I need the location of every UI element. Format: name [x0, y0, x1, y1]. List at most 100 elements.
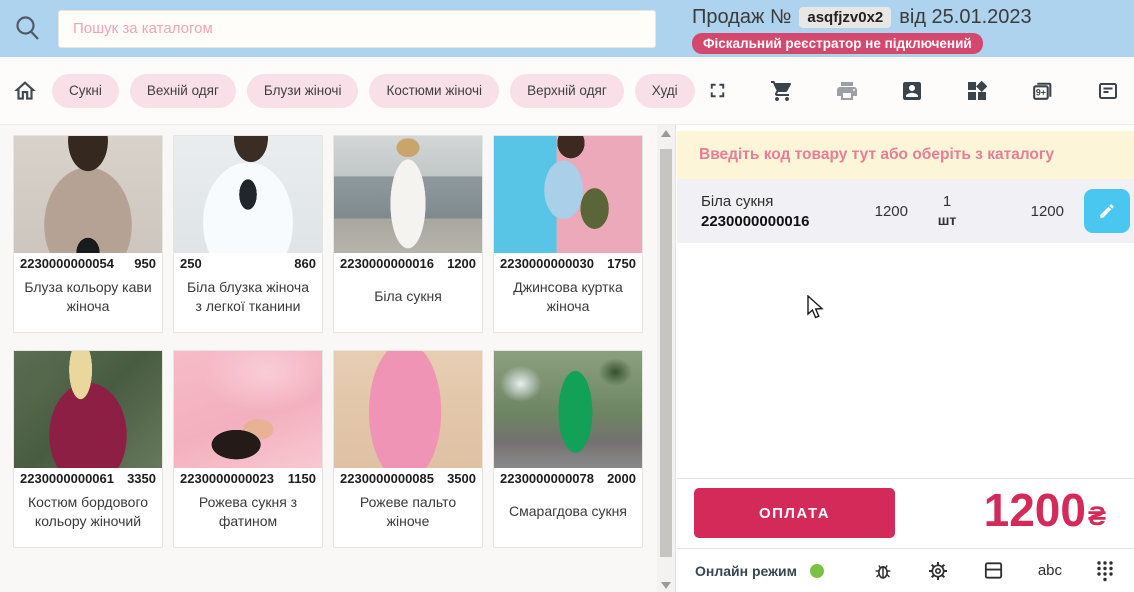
- cash-drawer-button[interactable]: [982, 559, 1005, 582]
- product-price: 860: [294, 256, 316, 271]
- receipt-total-amount: 1200: [984, 483, 1086, 537]
- receipt-item-info: Біла сукня 2230000000016: [701, 193, 842, 230]
- category-navbar: Сукні Вехній одяг Блузи жіночі Костюми ж…: [0, 57, 1134, 125]
- product-code: 2230000000054: [20, 256, 114, 271]
- product-name: Біла сукня: [334, 273, 482, 332]
- notes-button[interactable]: [1096, 79, 1120, 103]
- product-card[interactable]: 2230000000054950 Блуза кольору кави жіно…: [13, 135, 163, 333]
- pay-button[interactable]: ОПЛАТА: [694, 488, 895, 538]
- statusbar: Онлайн режим: [677, 548, 1134, 592]
- product-price: 1750: [607, 256, 636, 271]
- scrollbar-thumb[interactable]: [660, 149, 672, 557]
- receipt-panel: Введіть код товару тут або оберіть з кат…: [675, 125, 1134, 592]
- pencil-icon: [1098, 202, 1116, 220]
- filter-9-plus-icon: 9+: [1030, 78, 1055, 103]
- catalog-scrollbar[interactable]: [657, 125, 675, 592]
- product-name: Джинсова куртка жіноча: [494, 273, 642, 332]
- product-name: Блуза кольору кави жіноча: [14, 273, 162, 332]
- printer-icon: [835, 79, 859, 103]
- fullscreen-button[interactable]: [706, 79, 729, 102]
- product-code-entry[interactable]: Введіть код товару тут або оберіть з кат…: [677, 131, 1134, 179]
- abc-label: abc: [1038, 562, 1062, 579]
- fiscal-warning-badge: Фіскальний реєстратор не підключений: [692, 33, 983, 54]
- product-card[interactable]: 250 860 Біла блузка жіноча з легкої ткани…: [173, 135, 323, 333]
- product-price: 1200: [447, 256, 476, 271]
- home-icon: [12, 78, 38, 104]
- widgets-button[interactable]: [965, 79, 989, 103]
- product-price: 3350: [127, 471, 156, 486]
- product-image: [334, 136, 482, 253]
- catalog-search-input[interactable]: [58, 10, 656, 48]
- product-image: [174, 136, 322, 253]
- fullscreen-icon: [706, 79, 729, 102]
- toolbar: 9+: [706, 78, 1120, 103]
- receipt-item-unit: шт: [908, 212, 986, 230]
- product-card[interactable]: 2230000000085 3500 Рожеве пальто жіноче: [333, 350, 483, 548]
- abc-keyboard-toggle[interactable]: abc: [1038, 562, 1062, 579]
- topbar: Продаж № asqfjzv0x2 від 25.01.2023 Фіска…: [0, 0, 1134, 57]
- debug-button[interactable]: [872, 560, 894, 582]
- product-card[interactable]: 2230000000061 3350 Костюм бордового кольо…: [13, 350, 163, 548]
- notes-icon: [1096, 79, 1120, 103]
- receipt-item-qty-value: 1: [908, 193, 986, 212]
- scrollbar-up-arrow[interactable]: [661, 130, 671, 137]
- edit-item-button[interactable]: [1084, 189, 1130, 233]
- product-image: [14, 136, 162, 253]
- dialpad-button[interactable]: [1095, 560, 1115, 582]
- product-card[interactable]: 2230000000016 1200 Біла сукня: [333, 135, 483, 333]
- bug-icon: [872, 560, 894, 582]
- product-name: Рожеве пальто жіноче: [334, 488, 482, 547]
- sale-date: від 25.01.2023: [899, 6, 1031, 29]
- product-image: [494, 351, 642, 468]
- customer-button[interactable]: [900, 79, 924, 103]
- product-name: Рожева сукня з фатином: [174, 488, 322, 547]
- product-name: Смарагдова сукня: [494, 488, 642, 547]
- settings-gear-icon: [927, 560, 949, 582]
- product-price: 3500: [447, 471, 476, 486]
- search-icon: [12, 13, 44, 45]
- category-chip-hudi[interactable]: Худі: [635, 74, 695, 108]
- product-catalog: 2230000000054950 Блуза кольору кави жіно…: [0, 125, 657, 592]
- widgets-icon: [965, 79, 989, 103]
- product-price: 1150: [288, 471, 316, 486]
- settings-button[interactable]: [927, 560, 949, 582]
- scrollbar-down-arrow[interactable]: [661, 582, 671, 589]
- filter-9-plus-button[interactable]: 9+: [1030, 78, 1055, 103]
- product-price: 2000: [607, 471, 636, 486]
- product-code: 2230000000078: [500, 471, 594, 486]
- category-chip-sukni[interactable]: Сукні: [52, 74, 119, 108]
- product-image: [334, 351, 482, 468]
- product-card[interactable]: 2230000000078 2000 Смарагдова сукня: [493, 350, 643, 548]
- product-code: 250: [180, 256, 202, 271]
- product-code: 2230000000061: [20, 471, 114, 486]
- receipt-item-price: 1200: [842, 203, 908, 220]
- dialpad-icon: [1095, 560, 1115, 582]
- product-name: Костюм бордового кольору жіночий: [14, 488, 162, 547]
- product-code: 2230000000085: [340, 471, 434, 486]
- category-chip-bluzy[interactable]: Блузи жіночі: [247, 74, 359, 108]
- print-button[interactable]: [835, 79, 859, 103]
- product-code: 2230000000016: [340, 256, 434, 271]
- payment-divider: [677, 478, 1134, 479]
- shopping-cart-icon: [770, 79, 794, 103]
- category-chip-kostyumy[interactable]: Костюми жіночі: [369, 74, 499, 108]
- online-mode-label: Онлайн режим: [695, 563, 797, 579]
- receipt-item-row[interactable]: Біла сукня 2230000000016 1200 1 шт 1200: [677, 179, 1134, 243]
- sale-header: Продаж № asqfjzv0x2 від 25.01.2023: [692, 6, 1032, 29]
- contact-card-icon: [900, 79, 924, 103]
- category-chip-verhnii-odyag[interactable]: Верхній одяг: [510, 74, 624, 108]
- sale-id-badge: asqfjzv0x2: [799, 7, 891, 28]
- product-name: Біла блузка жіноча з легкої тканини: [174, 273, 322, 332]
- product-image: [14, 351, 162, 468]
- receipt-item-total: 1200: [986, 203, 1064, 220]
- sale-label: Продаж №: [692, 6, 791, 29]
- product-card[interactable]: 22300000000301750 Джинсова куртка жіноча: [493, 135, 643, 333]
- product-image: [494, 136, 642, 253]
- product-card[interactable]: 2230000000023 1150 Рожева сукня з фатином: [173, 350, 323, 548]
- product-code: 2230000000023: [180, 471, 274, 486]
- category-chip-vehnii-odyag[interactable]: Вехній одяг: [130, 74, 236, 108]
- home-button[interactable]: [12, 78, 38, 104]
- cart-button[interactable]: [770, 79, 794, 103]
- svg-text:9+: 9+: [1036, 88, 1046, 98]
- sale-info: Продаж № asqfjzv0x2 від 25.01.2023 Фіска…: [692, 4, 1032, 54]
